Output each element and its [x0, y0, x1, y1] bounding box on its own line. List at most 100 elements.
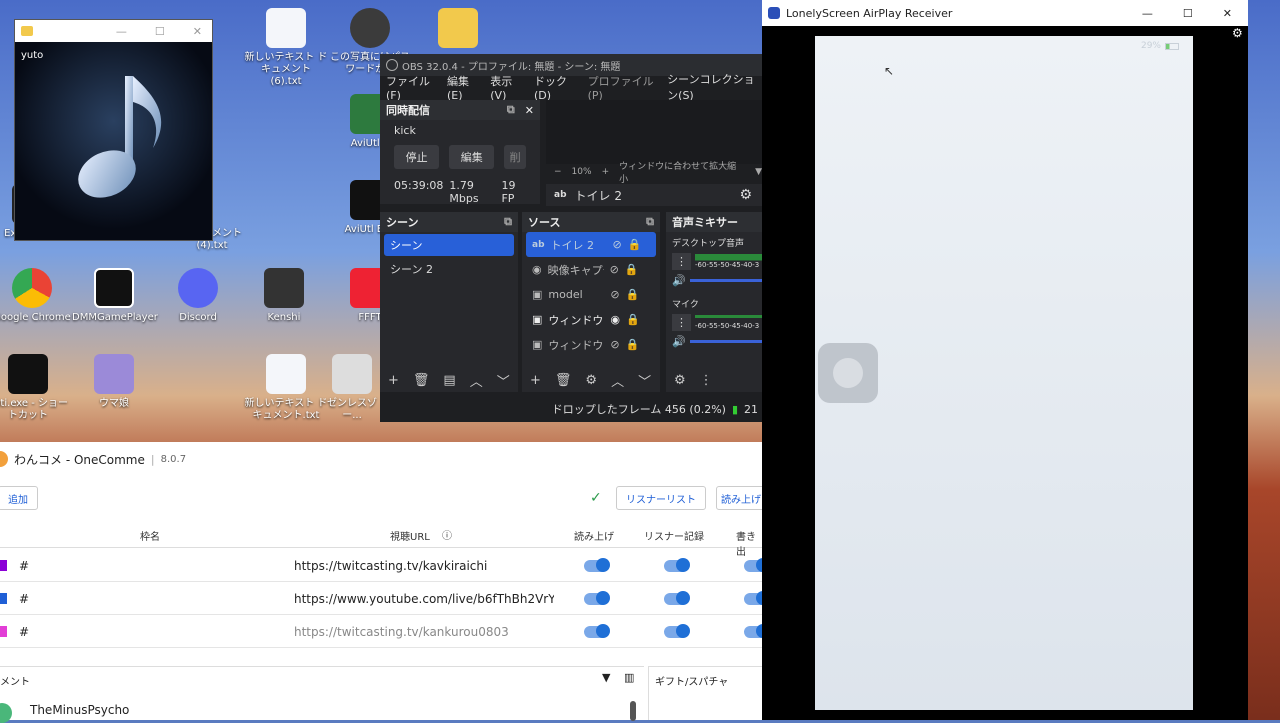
menu-file[interactable]: ファイル(F)	[386, 73, 435, 102]
float-icon[interactable]: ⧉	[504, 215, 512, 229]
source-item[interactable]: ◉映像キャプチ⊘🔒	[526, 257, 656, 282]
lock-icon[interactable]: 🔒	[628, 238, 642, 251]
menu-dock[interactable]: ドック(D)	[534, 73, 576, 102]
edit-button[interactable]: 編集	[449, 145, 495, 169]
help-icon[interactable]: ⓘ	[442, 527, 452, 542]
table-row[interactable]: # https://www.youtube.com/live/b6fThBh2V…	[0, 583, 770, 615]
table-row[interactable]: # https://twitcasting.tv/kankurou0803	[0, 616, 770, 648]
lock-icon[interactable]: 🔒	[626, 313, 640, 326]
stop-button[interactable]: 停止	[394, 145, 440, 169]
lock-icon[interactable]: 🔒	[626, 338, 640, 351]
obs-window[interactable]: OBS 32.0.4 - プロファイル: 無題 - シーン: 無題 ファイル(F…	[380, 54, 762, 422]
hidden-eye-icon[interactable]: ⊘	[610, 263, 619, 276]
hidden-eye-icon[interactable]: ⊘	[610, 288, 619, 301]
add-icon[interactable]: +	[388, 373, 399, 388]
zoom-in-button[interactable]: +	[602, 167, 610, 177]
desktop-icon[interactable]: DMMGamePlayer	[72, 268, 158, 324]
desktop-icon[interactable]: auti.exe - ショートカット	[0, 354, 70, 422]
chevron-down-icon[interactable]: ﹀	[638, 371, 651, 390]
row-name[interactable]: #	[19, 592, 29, 606]
row-url[interactable]: https://twitcasting.tv/kankurou0803	[294, 625, 509, 639]
delete-button[interactable]: 削	[504, 145, 526, 169]
columns-icon[interactable]: ▥	[624, 671, 634, 684]
listener-toggle[interactable]	[664, 591, 690, 605]
desktop-icon[interactable]: Discord	[156, 268, 240, 324]
menu-scene-collection[interactable]: シーンコレクション(S)	[667, 71, 762, 103]
minimize-button[interactable]: —	[1142, 7, 1153, 20]
lonelyscreen-logo-icon	[768, 7, 780, 19]
listener-toggle[interactable]	[664, 624, 690, 638]
scene-item[interactable]: シーン	[384, 234, 514, 256]
source-item[interactable]: ▣ウィンドウキャ◉🔒	[526, 307, 656, 332]
zoom-out-button[interactable]: −	[554, 167, 562, 177]
hidden-eye-icon[interactable]: ⊘	[610, 338, 619, 351]
desktop-icon[interactable]	[416, 8, 500, 52]
add-icon[interactable]: +	[530, 373, 541, 388]
row-url[interactable]: https://twitcasting.tv/kavkiraichi	[294, 559, 487, 573]
chevron-down-icon[interactable]: ▼	[755, 167, 762, 177]
hidden-eye-icon[interactable]: ⊘	[613, 238, 622, 251]
source-item[interactable]: ab トイレ 2 ⊘ 🔒	[526, 232, 656, 257]
menu-dots-icon[interactable]: ⋮	[672, 253, 691, 270]
close-icon[interactable]: ✕	[525, 104, 534, 117]
gear-icon[interactable]: ⚙	[739, 187, 752, 203]
maximize-button[interactable]: ☐	[1183, 7, 1193, 20]
eye-icon[interactable]: ◉	[610, 313, 620, 326]
menu-dots-icon[interactable]: ⋮	[672, 314, 691, 331]
listener-list-button[interactable]: リスナーリスト	[616, 486, 706, 510]
menu-dots-icon[interactable]: ⋮	[700, 373, 713, 388]
float-icon[interactable]: ⧉	[646, 215, 654, 229]
filter-icon[interactable]: ▤	[443, 373, 455, 388]
read-toggle[interactable]	[584, 624, 610, 638]
desktop-icon[interactable]: 新しいテキスト ドキュメント (6).txt	[244, 8, 328, 88]
desktop-icon[interactable]: 新しいテキスト ドキュメント.txt	[244, 354, 328, 422]
advanced-audio-icon[interactable]: ⚙	[674, 373, 686, 388]
speaker-icon[interactable]: 🔊	[672, 335, 686, 348]
chevron-down-icon[interactable]: ﹀	[497, 371, 510, 390]
float-icon[interactable]: ⧉	[507, 103, 515, 117]
scrollbar[interactable]	[630, 701, 636, 721]
source-item[interactable]: ▣ model ⊘ 🔒	[526, 282, 656, 307]
menu-edit[interactable]: 編集(E)	[447, 73, 478, 102]
read-toggle[interactable]	[584, 558, 610, 572]
lock-icon[interactable]: 🔒	[625, 263, 639, 276]
read-toggle[interactable]	[584, 591, 610, 605]
service-name: kick	[394, 124, 416, 137]
gear-icon[interactable]: ⚙	[585, 373, 597, 388]
scene-item[interactable]: シーン 2	[384, 258, 514, 280]
preview-area[interactable]	[546, 100, 762, 164]
fit-dropdown[interactable]: ウィンドウに合わせて拡大縮小	[619, 159, 745, 185]
trash-icon[interactable]: 🗑	[413, 373, 430, 388]
music-player-window[interactable]: — ☐ ✕ yuto	[14, 19, 213, 241]
table-row[interactable]: # https://twitcasting.tv/kavkiraichi	[0, 550, 770, 582]
volume-slider[interactable]	[689, 279, 762, 282]
listener-toggle[interactable]	[664, 558, 690, 572]
mixer-panel: 音声ミキサー デスクトップ音声 ⋮ -60-55-50-45-40-3 🔊 マイク…	[666, 212, 762, 392]
assistive-touch-button[interactable]	[818, 343, 878, 403]
gear-icon[interactable]: ⚙	[1232, 26, 1243, 40]
speaker-icon[interactable]: 🔊	[672, 274, 686, 287]
close-button[interactable]: ✕	[193, 25, 202, 38]
menu-profile[interactable]: プロファイル(P)	[588, 73, 656, 102]
row-name[interactable]: #	[19, 625, 29, 639]
filter-icon[interactable]: ▼	[602, 671, 610, 684]
trash-icon[interactable]: 🗑	[555, 373, 572, 388]
onecomme-window[interactable]: わんコメ - OneComme | 8.0.7 追加 ✓ リスナーリスト 読み上…	[0, 442, 770, 723]
source-item[interactable]: ▣ウィンドウキャ⊘🔒	[526, 332, 656, 357]
volume-slider[interactable]	[689, 340, 762, 343]
maximize-button[interactable]: ☐	[155, 25, 165, 38]
chevron-up-icon[interactable]: ︿	[611, 371, 624, 390]
add-button[interactable]: 追加	[0, 486, 38, 510]
row-url[interactable]: https://www.youtube.com/live/b6fThBh2VrY	[294, 592, 554, 606]
minimize-button[interactable]: —	[116, 25, 127, 38]
chevron-up-icon[interactable]: ︿	[470, 371, 483, 390]
read-button[interactable]: 読み上げ	[716, 486, 766, 510]
desktop-icon[interactable]: ゼンレスゾー...	[324, 354, 380, 422]
desktop-icon[interactable]: Kenshi	[242, 268, 326, 324]
row-name[interactable]: #	[19, 559, 29, 573]
desktop-icon[interactable]: ウマ娘	[72, 354, 156, 410]
close-button[interactable]: ✕	[1223, 7, 1232, 20]
lock-icon[interactable]: 🔒	[626, 288, 640, 301]
desktop-icon[interactable]: Google Chrome	[0, 268, 74, 324]
menu-view[interactable]: 表示(V)	[490, 73, 522, 102]
